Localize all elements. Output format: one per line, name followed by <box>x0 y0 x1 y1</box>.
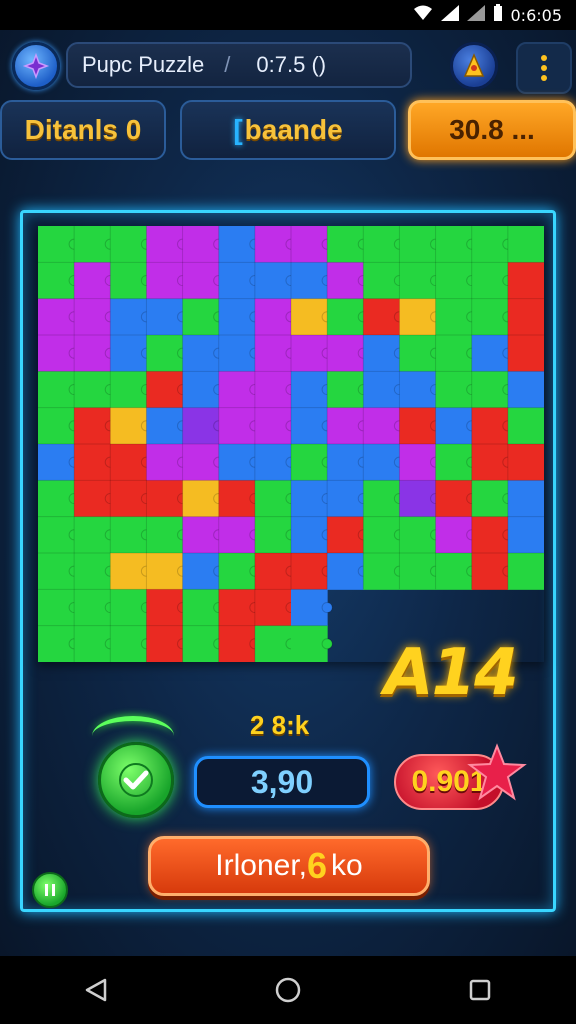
coins-button[interactable]: 30.8 ... <box>408 100 576 160</box>
status-bar: 0:6:05 <box>0 0 576 30</box>
stat-mid-bracket: [ <box>233 114 243 145</box>
check-icon <box>119 763 153 797</box>
game-title: Pupc Puzzle <box>82 52 205 77</box>
more-vertical-icon <box>541 55 547 81</box>
battery-icon <box>493 4 503 26</box>
puzzle-board[interactable] <box>38 226 544 662</box>
puzzle-piece-knob <box>321 638 333 650</box>
action-suffix: ko <box>331 849 363 882</box>
pause-icon <box>45 884 55 896</box>
star-icon <box>467 743 527 801</box>
puzzle-piece[interactable] <box>507 480 544 518</box>
menu-button[interactable] <box>12 42 60 90</box>
confirm-button[interactable] <box>98 742 174 818</box>
back-triangle-icon <box>85 978 107 1002</box>
stat-mid-label: baande <box>244 114 343 145</box>
status-time: 0:6:05 <box>510 5 563 25</box>
action-number: 6 <box>307 845 328 886</box>
stats-row: Ditanls 0 [ baande 30.8 ... <box>0 100 576 164</box>
score-value: 3,90 <box>250 763 314 800</box>
recents-button[interactable] <box>460 970 500 1010</box>
action-label: Irloner, <box>215 849 307 882</box>
puzzle-piece[interactable] <box>507 335 544 372</box>
puzzle-piece[interactable] <box>507 444 544 481</box>
title-separator: / <box>224 52 231 77</box>
wifi-icon <box>413 5 433 25</box>
title-bar: Pupc Puzzle / 0:7.5 () <box>66 42 412 88</box>
signal-icon <box>440 5 459 25</box>
recents-square-icon <box>469 979 491 1001</box>
trophy-icon <box>463 53 485 77</box>
star-burst-icon <box>22 52 50 80</box>
stat-left: Ditanls 0 <box>0 100 166 160</box>
nav-bar <box>0 956 576 1024</box>
moves-label: 2 8:k <box>250 710 310 740</box>
puzzle-piece[interactable] <box>507 226 544 263</box>
stat-left-label: Ditanls 0 <box>24 114 142 145</box>
back-button[interactable] <box>76 970 116 1010</box>
stat-mid: [ baande <box>180 100 396 160</box>
score-display: 3,90 <box>194 756 370 808</box>
puzzle-piece[interactable] <box>507 371 544 409</box>
more-button[interactable] <box>516 42 572 94</box>
home-circle-icon <box>275 977 301 1003</box>
coins-label: 30.8 ... <box>449 114 535 145</box>
top-bar: Pupc Puzzle / 0:7.5 () <box>0 38 576 94</box>
puzzle-piece-knob <box>321 601 333 614</box>
home-button[interactable] <box>268 970 308 1010</box>
action-button[interactable]: Irloner, 6 ko <box>148 836 430 896</box>
puzzle-piece[interactable] <box>507 553 544 590</box>
bonus-text: A14 <box>384 636 519 710</box>
puzzle-piece[interactable] <box>507 262 544 300</box>
signal-icon <box>466 5 485 25</box>
puzzle-piece[interactable] <box>507 407 544 445</box>
puzzle-piece[interactable] <box>507 298 544 336</box>
pause-button[interactable] <box>32 872 68 908</box>
puzzle-piece[interactable] <box>507 516 544 554</box>
trophy-button[interactable] <box>450 42 498 90</box>
game-timer: 0:7.5 () <box>256 52 327 77</box>
